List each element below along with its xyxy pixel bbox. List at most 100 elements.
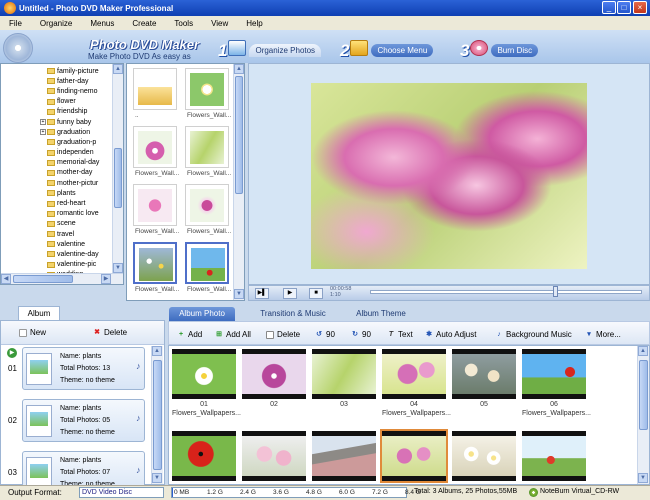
- stop-icon[interactable]: ■: [309, 288, 323, 299]
- tree-folder-item[interactable]: valentine: [47, 239, 113, 249]
- tree-folder-item[interactable]: graduation-p: [47, 137, 113, 147]
- rewind-icon[interactable]: ▶▌: [255, 288, 269, 299]
- tree-folder-item[interactable]: valentine-pic: [47, 260, 113, 270]
- tree-folder-item[interactable]: independen: [47, 148, 113, 158]
- scroll-thumb[interactable]: [235, 76, 243, 194]
- add-all-button[interactable]: ⊞ Add All: [215, 330, 251, 339]
- album-photo-item[interactable]: [382, 349, 446, 399]
- step-organize-photos[interactable]: 1 Organize Photos: [218, 36, 322, 60]
- tree-folder-item[interactable]: mother-day: [47, 168, 113, 178]
- tree-folder-item[interactable]: plants: [47, 188, 113, 198]
- text-button[interactable]: T Text: [387, 330, 413, 339]
- scroll-up-icon[interactable]: ▲: [638, 346, 648, 356]
- scroll-down-icon[interactable]: ▼: [152, 473, 162, 483]
- menu-create[interactable]: Create: [123, 19, 165, 28]
- delete-button[interactable]: Delete: [266, 330, 300, 339]
- tree-folder-item[interactable]: scene: [47, 219, 113, 229]
- tree-folder-item[interactable]: + graduation: [40, 127, 113, 137]
- scroll-thumb[interactable]: [153, 360, 162, 470]
- tree-folder-item[interactable]: mother-pictur: [47, 178, 113, 188]
- album-card[interactable]: Name: plants Total Photos: 13 Theme: no th…: [22, 347, 145, 390]
- tree-folder-item[interactable]: friendship: [47, 107, 113, 117]
- tree-folder-item[interactable]: + funny baby: [40, 117, 113, 127]
- minimize-button[interactable]: _: [602, 1, 616, 14]
- more-button[interactable]: ▾ More...: [585, 330, 621, 339]
- file-thumbnail[interactable]: [133, 68, 177, 110]
- file-thumbnail[interactable]: [185, 68, 229, 110]
- thumbnails-scrollbar[interactable]: ▲ ▼: [233, 64, 244, 300]
- scroll-up-icon[interactable]: ▲: [152, 346, 162, 356]
- tree-folder-item[interactable]: travel: [47, 229, 113, 239]
- photo-grid-scrollbar[interactable]: ▲ ▼: [637, 346, 649, 484]
- delete-album-button[interactable]: ✖ Delete: [93, 328, 127, 337]
- background-music-button[interactable]: ♪ Background Music: [495, 330, 572, 339]
- album-photo-item[interactable]: [242, 431, 306, 481]
- file-thumbnail[interactable]: [185, 184, 229, 226]
- menu-file[interactable]: File: [0, 19, 31, 28]
- playback-slider-handle[interactable]: [553, 286, 558, 297]
- album-photo-item[interactable]: [242, 349, 306, 399]
- scroll-right-icon[interactable]: ▶: [101, 274, 111, 284]
- new-album-button[interactable]: New: [19, 328, 46, 337]
- tree-folder-item[interactable]: father-day: [47, 76, 113, 86]
- menu-tools[interactable]: Tools: [165, 19, 202, 28]
- album-list-scrollbar[interactable]: ▲ ▼: [151, 346, 163, 484]
- rotate-left-button[interactable]: ↺ 90: [315, 330, 335, 339]
- expand-icon[interactable]: +: [40, 119, 46, 126]
- tree-folder-item[interactable]: romantic love: [47, 209, 113, 219]
- folder-tree[interactable]: family-picture father-day finding-nemo flow…: [0, 63, 124, 285]
- album-photo-item[interactable]: [522, 349, 586, 399]
- scroll-down-icon[interactable]: ▼: [638, 473, 648, 483]
- album-photo-item[interactable]: [452, 431, 516, 481]
- album-photo-grid[interactable]: 01 Flowers_Wallpapers... 02 03 04 Flowers_Wal…: [168, 345, 650, 485]
- scroll-up-icon[interactable]: ▲: [234, 64, 244, 74]
- step-choose-menu[interactable]: 2 Choose Menu: [340, 36, 434, 60]
- close-button[interactable]: ×: [633, 1, 647, 14]
- album-card[interactable]: Name: plants Total Photos: 05 Theme: no th…: [22, 399, 145, 442]
- album-photo-item[interactable]: [172, 349, 236, 399]
- file-thumbnails-panel[interactable]: ▲ ▼ .. Flowers_Wall... Flowers_Wall... Flow…: [126, 63, 245, 301]
- rotate-right-button[interactable]: ↻ 90: [351, 330, 371, 339]
- tree-vertical-scrollbar[interactable]: ▲ ▼: [112, 64, 123, 274]
- auto-adjust-button[interactable]: ✱ Auto Adjust: [425, 330, 476, 339]
- add-button[interactable]: + Add: [177, 330, 202, 339]
- tree-folder-item[interactable]: flower: [47, 97, 113, 107]
- menu-menus[interactable]: Menus: [81, 19, 123, 28]
- scroll-up-icon[interactable]: ▲: [113, 64, 123, 74]
- album-tab[interactable]: Album: [18, 306, 60, 320]
- file-thumbnail[interactable]: [185, 242, 229, 284]
- tab-transition-music[interactable]: Transition & Music: [248, 307, 338, 321]
- tab-album-theme[interactable]: Album Theme: [348, 307, 414, 321]
- play-icon[interactable]: ▶: [283, 288, 297, 299]
- expand-icon[interactable]: +: [40, 129, 46, 136]
- tree-folder-item[interactable]: red-heart: [47, 198, 113, 208]
- tree-folder-item[interactable]: valentine-day: [47, 249, 113, 259]
- album-photo-item[interactable]: [312, 431, 376, 481]
- tree-folder-item[interactable]: memorial-day: [47, 158, 113, 168]
- scroll-down-icon[interactable]: ▼: [113, 263, 123, 273]
- playback-track[interactable]: [370, 290, 642, 294]
- scroll-left-icon[interactable]: ◀: [1, 274, 11, 284]
- tree-folder-item[interactable]: family-picture: [47, 66, 113, 76]
- album-photo-item[interactable]: [522, 431, 586, 481]
- output-format-select[interactable]: DVD Video Disc: [79, 487, 164, 498]
- album-photo-item[interactable]: [452, 349, 516, 399]
- scroll-thumb[interactable]: [639, 360, 648, 430]
- file-thumbnail[interactable]: [133, 184, 177, 226]
- file-thumbnail[interactable]: [133, 126, 177, 168]
- scroll-thumb[interactable]: [114, 148, 122, 208]
- scroll-thumb[interactable]: [13, 275, 73, 283]
- step-burn-disc[interactable]: 3 Burn Disc: [460, 36, 539, 60]
- maximize-button[interactable]: □: [617, 1, 631, 14]
- album-photo-item[interactable]: [380, 429, 448, 483]
- menu-help[interactable]: Help: [237, 19, 271, 28]
- album-photo-item[interactable]: [312, 349, 376, 399]
- tree-horizontal-scrollbar[interactable]: ◀ ▶: [1, 273, 123, 284]
- file-thumbnail[interactable]: [185, 126, 229, 168]
- menu-organize[interactable]: Organize: [31, 19, 81, 28]
- tree-folder-item[interactable]: finding-nemo: [47, 86, 113, 96]
- scroll-down-icon[interactable]: ▼: [234, 289, 244, 299]
- album-photo-item[interactable]: [172, 431, 236, 481]
- file-thumbnail[interactable]: [133, 242, 177, 284]
- tab-album-photo[interactable]: Album Photo: [169, 307, 235, 321]
